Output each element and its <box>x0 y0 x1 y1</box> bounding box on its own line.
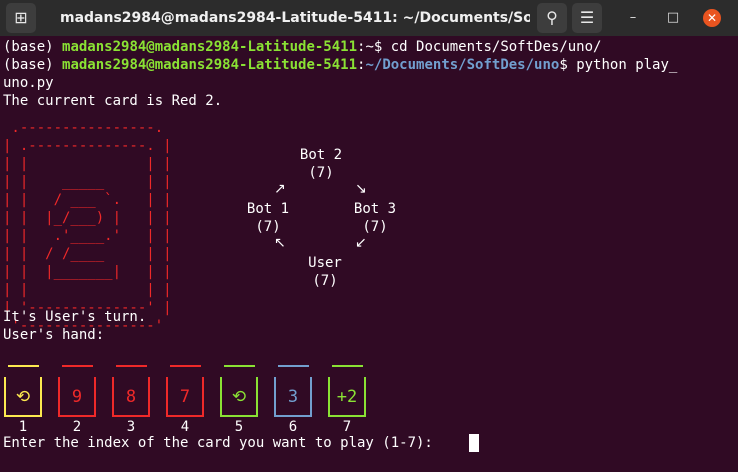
player-name: Bot 2 <box>299 147 343 163</box>
env-label: (base) <box>3 57 63 73</box>
terminal-area[interactable]: (base) madans2984@madans2984-Latitude-54… <box>3 38 738 472</box>
hand-card[interactable]: 7 <box>165 365 205 419</box>
arrow-up-right-icon: ↗ <box>274 181 286 197</box>
card-border <box>116 365 147 367</box>
player-card-count: (7) <box>312 273 338 289</box>
card-border <box>60 415 94 417</box>
command-line-3: uno.py <box>3 75 54 91</box>
player-bot-3: Bot 3 (7) <box>335 200 415 236</box>
prompt-user: madans2984@madans2984-Latitude-5411 <box>62 39 358 55</box>
hand-card[interactable]: 3 <box>273 365 313 419</box>
card-border <box>6 415 40 417</box>
hand-card[interactable]: +2 <box>327 365 367 419</box>
card-value: +2 <box>336 387 358 407</box>
card-border <box>168 415 202 417</box>
hand-card[interactable]: 9 <box>57 365 97 419</box>
player-name: User <box>308 255 342 271</box>
command-line-2: (base) madans2984@madans2984-Latitude-54… <box>3 56 677 74</box>
card-border <box>170 365 201 367</box>
text-cursor[interactable] <box>469 434 479 452</box>
arrow-down-left-icon: ↙ <box>355 235 367 251</box>
card-value: 7 <box>179 387 191 407</box>
card-border <box>224 365 255 367</box>
card-border <box>222 415 256 417</box>
card-border <box>330 415 364 417</box>
card-border <box>278 365 309 367</box>
player-name: Bot 3 <box>353 201 397 217</box>
player-bot-1: Bot 1 (7) <box>228 200 308 236</box>
card-border <box>276 415 310 417</box>
card-border <box>62 365 93 367</box>
command-text: $ python play_ <box>559 57 678 73</box>
command-line-1: (base) madans2984@madans2984-Latitude-54… <box>3 38 601 56</box>
maximize-icon[interactable]: □ <box>664 9 682 27</box>
player-card-count: (7) <box>255 219 281 235</box>
card-border <box>332 365 363 367</box>
player-name: Bot 1 <box>246 201 290 217</box>
prompt-path: ~/Documents/SoftDes/uno <box>365 57 560 73</box>
hand-label: User's hand: <box>3 327 105 343</box>
arrow-up-left-icon: ↖ <box>274 235 286 251</box>
player-user: User (7) <box>285 254 365 290</box>
card-value: 3 <box>287 387 299 407</box>
card-value: 9 <box>71 387 83 407</box>
title-bar: ⊞ madans2984@madans2984-Latitude-5411: ~… <box>0 0 738 36</box>
player-card-count: (7) <box>362 219 388 235</box>
turn-text: It's User's turn. <box>3 309 147 325</box>
current-card-text: The current card is Red 2. <box>3 93 223 109</box>
player-card-count: (7) <box>308 165 334 181</box>
close-icon[interactable]: ✕ <box>703 9 721 27</box>
new-tab-icon[interactable]: ⊞ <box>6 3 36 33</box>
card-value: ⟲ <box>231 387 247 407</box>
hand-card[interactable]: ⟲ <box>3 365 43 419</box>
window-title: madans2984@madans2984-Latitude-5411: ~/D… <box>60 10 530 26</box>
minimize-icon[interactable]: – <box>624 9 642 27</box>
card-value: 8 <box>125 387 137 407</box>
player-bot-2: Bot 2 (7) <box>281 146 361 182</box>
input-prompt: Enter the index of the card you want to … <box>3 435 442 451</box>
arrow-down-right-icon: ↘ <box>355 181 367 197</box>
card-border <box>114 415 148 417</box>
hand-card[interactable]: 8 <box>111 365 151 419</box>
current-card-art: .----------------. | .--------------. | … <box>3 120 172 334</box>
command-text: $ cd Documents/SoftDes/uno/ <box>373 39 602 55</box>
card-value: ⟲ <box>15 387 31 407</box>
env-label: (base) <box>3 39 63 55</box>
search-icon[interactable]: ⚲ <box>537 3 567 33</box>
prompt-user: madans2984@madans2984-Latitude-5411 <box>62 57 358 73</box>
hand-card[interactable]: ⟲ <box>219 365 259 419</box>
menu-icon[interactable]: ☰ <box>572 3 602 33</box>
prompt-path: :~ <box>357 39 374 55</box>
card-border <box>8 365 39 367</box>
